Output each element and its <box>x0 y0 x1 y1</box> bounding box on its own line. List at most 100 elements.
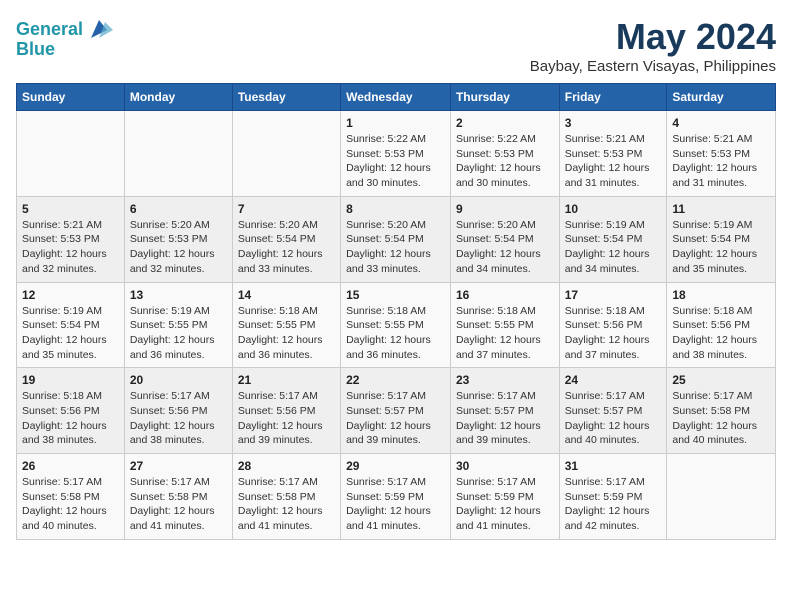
day-info: Sunrise: 5:17 AMSunset: 5:59 PMDaylight:… <box>456 475 554 534</box>
calendar-cell: 25Sunrise: 5:17 AMSunset: 5:58 PMDayligh… <box>667 368 776 454</box>
col-header-monday: Monday <box>124 84 232 111</box>
calendar-cell: 11 Sunrise: 5:19 AMSunset: 5:54 PMDayligh… <box>667 196 776 282</box>
calendar-cell: 16 Sunrise: 5:18 AMSunset: 5:55 PMDayligh… <box>450 282 559 368</box>
day-info: Sunrise: 5:21 AMSunset: 5:53 PMDaylight:… <box>565 132 662 191</box>
calendar-cell: 24 Sunrise: 5:17 AMSunset: 5:57 PMDayligh… <box>559 368 667 454</box>
calendar-cell <box>667 454 776 540</box>
day-info: Sunrise: 5:17 AMSunset: 5:57 PMDaylight:… <box>565 389 662 448</box>
calendar-cell: 13 Sunrise: 5:19 AMSunset: 5:55 PMDayligh… <box>124 282 232 368</box>
calendar-cell: 20 Sunrise: 5:17 AMSunset: 5:56 PMDayligh… <box>124 368 232 454</box>
day-number: 23 <box>456 373 554 387</box>
day-number: 17 <box>565 288 662 302</box>
day-number: 3 <box>565 116 662 130</box>
day-number: 11 <box>672 202 770 216</box>
day-info: Sunrise: 5:18 AMSunset: 5:55 PMDaylight:… <box>456 304 554 363</box>
day-number: 30 <box>456 459 554 473</box>
calendar-cell: 15 Sunrise: 5:18 AMSunset: 5:55 PMDayligh… <box>341 282 451 368</box>
day-number: 10 <box>565 202 662 216</box>
day-info: Sunrise: 5:17 AMSunset: 5:56 PMDaylight:… <box>238 389 335 448</box>
day-info: Sunrise: 5:21 AMSunset: 5:53 PMDaylight:… <box>672 132 770 191</box>
day-number: 31 <box>565 459 662 473</box>
week-row-3: 12 Sunrise: 5:19 AMSunset: 5:54 PMDayligh… <box>17 282 776 368</box>
day-info: Sunrise: 5:22 AMSunset: 5:53 PMDaylight:… <box>346 132 445 191</box>
day-info: Sunrise: 5:20 AMSunset: 5:53 PMDaylight:… <box>130 218 227 277</box>
col-header-tuesday: Tuesday <box>232 84 340 111</box>
day-info: Sunrise: 5:17 AMSunset: 5:59 PMDaylight:… <box>565 475 662 534</box>
day-info: Sunrise: 5:17 AMSunset: 5:56 PMDaylight:… <box>130 389 227 448</box>
day-info: Sunrise: 5:19 AMSunset: 5:54 PMDaylight:… <box>672 218 770 277</box>
calendar-cell: 3 Sunrise: 5:21 AMSunset: 5:53 PMDaylight… <box>559 111 667 197</box>
day-number: 8 <box>346 202 445 216</box>
day-info: Sunrise: 5:18 AMSunset: 5:56 PMDaylight:… <box>22 389 119 448</box>
day-info: Sunrise: 5:18 AMSunset: 5:56 PMDaylight:… <box>565 304 662 363</box>
day-info: Sunrise: 5:18 AMSunset: 5:56 PMDaylight:… <box>672 304 770 363</box>
day-number: 12 <box>22 288 119 302</box>
day-number: 15 <box>346 288 445 302</box>
week-row-1: 1 Sunrise: 5:22 AMSunset: 5:53 PMDaylight… <box>17 111 776 197</box>
calendar-cell: 12 Sunrise: 5:19 AMSunset: 5:54 PMDayligh… <box>17 282 125 368</box>
calendar-cell: 10Sunrise: 5:19 AMSunset: 5:54 PMDayligh… <box>559 196 667 282</box>
day-number: 2 <box>456 116 554 130</box>
main-title: May 2024 <box>530 16 776 58</box>
day-number: 14 <box>238 288 335 302</box>
page-header: General Blue May 2024 Baybay, Eastern Vi… <box>16 16 776 75</box>
day-number: 16 <box>456 288 554 302</box>
subtitle: Baybay, Eastern Visayas, Philippines <box>530 58 776 75</box>
week-row-5: 26 Sunrise: 5:17 AMSunset: 5:58 PMDayligh… <box>17 454 776 540</box>
col-header-sunday: Sunday <box>17 84 125 111</box>
calendar-cell: 26 Sunrise: 5:17 AMSunset: 5:58 PMDayligh… <box>17 454 125 540</box>
day-info: Sunrise: 5:18 AMSunset: 5:55 PMDaylight:… <box>346 304 445 363</box>
calendar-cell: 29 Sunrise: 5:17 AMSunset: 5:59 PMDayligh… <box>341 454 451 540</box>
day-info: Sunrise: 5:17 AMSunset: 5:58 PMDaylight:… <box>22 475 119 534</box>
day-number: 25 <box>672 373 770 387</box>
day-number: 4 <box>672 116 770 130</box>
day-number: 24 <box>565 373 662 387</box>
calendar-cell: 18Sunrise: 5:18 AMSunset: 5:56 PMDayligh… <box>667 282 776 368</box>
calendar-cell: 2 Sunrise: 5:22 AMSunset: 5:53 PMDaylight… <box>450 111 559 197</box>
day-info: Sunrise: 5:19 AMSunset: 5:55 PMDaylight:… <box>130 304 227 363</box>
header-row: SundayMondayTuesdayWednesdayThursdayFrid… <box>17 84 776 111</box>
day-number: 21 <box>238 373 335 387</box>
calendar-cell: 14 Sunrise: 5:18 AMSunset: 5:55 PMDayligh… <box>232 282 340 368</box>
day-number: 28 <box>238 459 335 473</box>
calendar-cell <box>17 111 125 197</box>
calendar-cell: 23 Sunrise: 5:17 AMSunset: 5:57 PMDayligh… <box>450 368 559 454</box>
day-info: Sunrise: 5:20 AMSunset: 5:54 PMDaylight:… <box>456 218 554 277</box>
day-number: 13 <box>130 288 227 302</box>
calendar-cell: 27Sunrise: 5:17 AMSunset: 5:58 PMDayligh… <box>124 454 232 540</box>
day-number: 19 <box>22 373 119 387</box>
week-row-4: 19 Sunrise: 5:18 AMSunset: 5:56 PMDayligh… <box>17 368 776 454</box>
calendar-cell: 9Sunrise: 5:20 AMSunset: 5:54 PMDaylight… <box>450 196 559 282</box>
day-info: Sunrise: 5:22 AMSunset: 5:53 PMDaylight:… <box>456 132 554 191</box>
calendar-cell: 31 Sunrise: 5:17 AMSunset: 5:59 PMDayligh… <box>559 454 667 540</box>
title-block: May 2024 Baybay, Eastern Visayas, Philip… <box>530 16 776 75</box>
col-header-wednesday: Wednesday <box>341 84 451 111</box>
day-info: Sunrise: 5:17 AMSunset: 5:57 PMDaylight:… <box>456 389 554 448</box>
day-info: Sunrise: 5:19 AMSunset: 5:54 PMDaylight:… <box>22 304 119 363</box>
calendar-cell: 17 Sunrise: 5:18 AMSunset: 5:56 PMDayligh… <box>559 282 667 368</box>
day-info: Sunrise: 5:17 AMSunset: 5:57 PMDaylight:… <box>346 389 445 448</box>
day-info: Sunrise: 5:17 AMSunset: 5:58 PMDaylight:… <box>130 475 227 534</box>
day-info: Sunrise: 5:17 AMSunset: 5:59 PMDaylight:… <box>346 475 445 534</box>
calendar-cell: 8Sunrise: 5:20 AMSunset: 5:54 PMDaylight… <box>341 196 451 282</box>
calendar-cell: 6Sunrise: 5:20 AMSunset: 5:53 PMDaylight… <box>124 196 232 282</box>
logo-blue: Blue <box>16 40 55 60</box>
day-info: Sunrise: 5:17 AMSunset: 5:58 PMDaylight:… <box>238 475 335 534</box>
day-number: 20 <box>130 373 227 387</box>
day-number: 26 <box>22 459 119 473</box>
logo-text: General <box>16 20 83 40</box>
day-number: 29 <box>346 459 445 473</box>
day-number: 7 <box>238 202 335 216</box>
calendar-cell: 4 Sunrise: 5:21 AMSunset: 5:53 PMDaylight… <box>667 111 776 197</box>
calendar-cell: 28 Sunrise: 5:17 AMSunset: 5:58 PMDayligh… <box>232 454 340 540</box>
calendar-cell: 21 Sunrise: 5:17 AMSunset: 5:56 PMDayligh… <box>232 368 340 454</box>
calendar-table: SundayMondayTuesdayWednesdayThursdayFrid… <box>16 83 776 540</box>
logo: General Blue <box>16 16 113 60</box>
calendar-cell: 30 Sunrise: 5:17 AMSunset: 5:59 PMDayligh… <box>450 454 559 540</box>
day-number: 1 <box>346 116 445 130</box>
logo-general: General <box>16 19 83 39</box>
col-header-saturday: Saturday <box>667 84 776 111</box>
calendar-cell <box>232 111 340 197</box>
day-info: Sunrise: 5:18 AMSunset: 5:55 PMDaylight:… <box>238 304 335 363</box>
calendar-cell <box>124 111 232 197</box>
